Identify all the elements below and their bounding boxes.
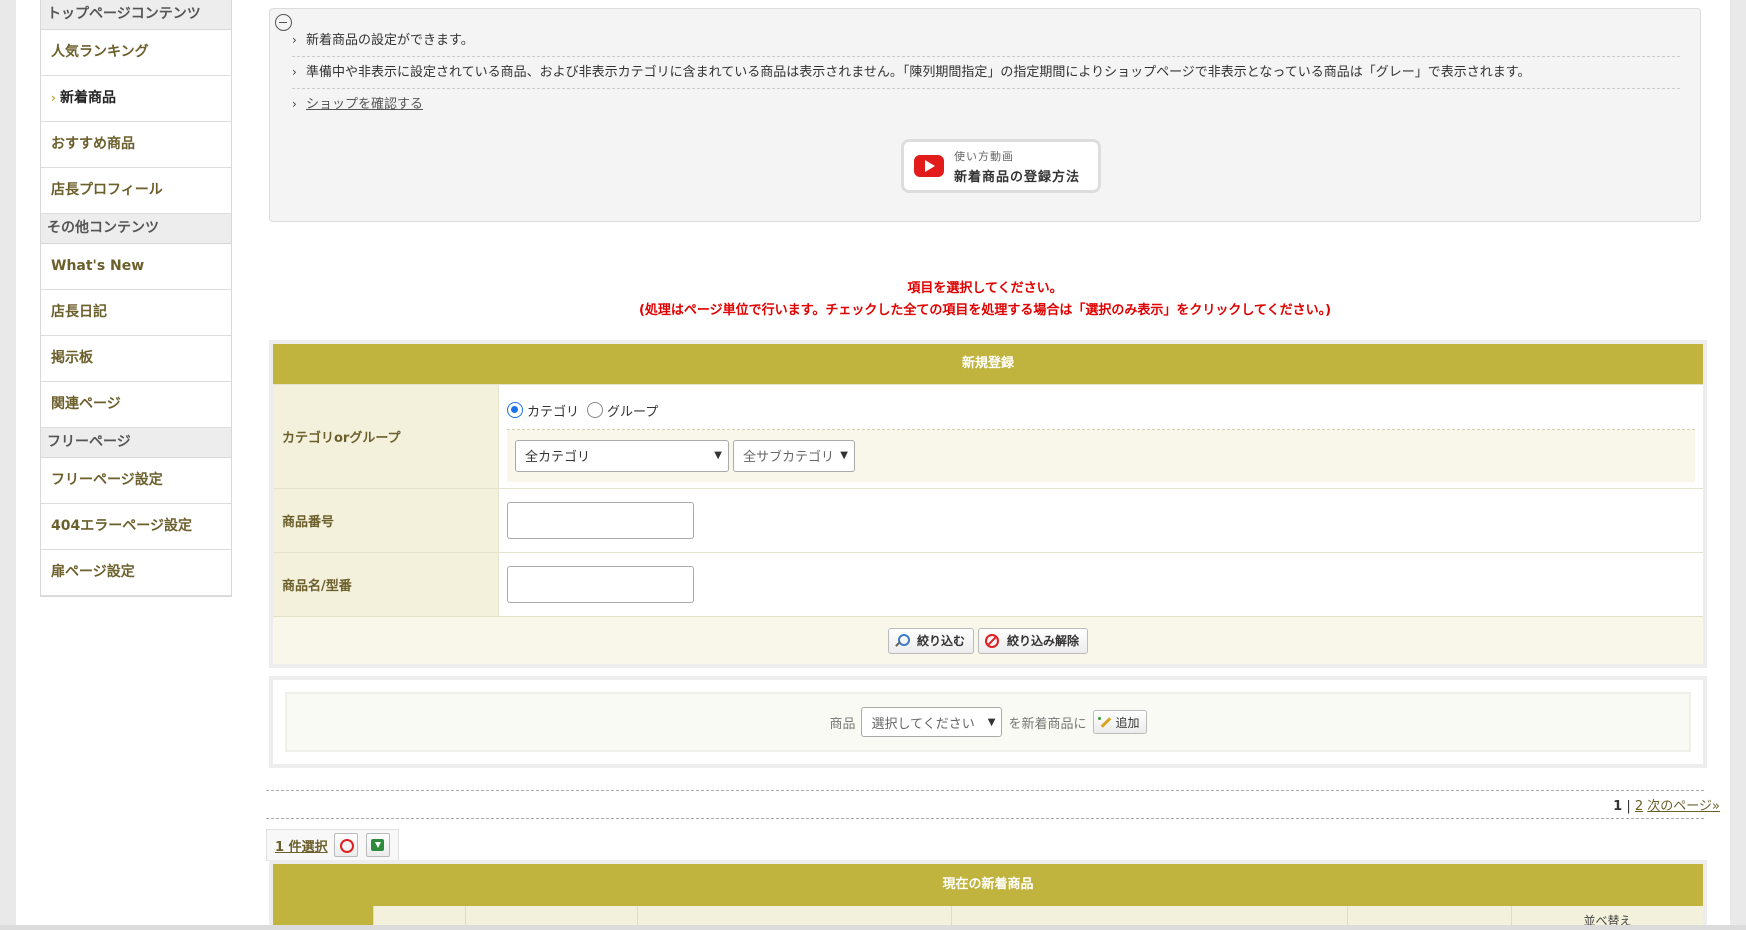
sidebar-item-manager-profile[interactable]: 店長プロフィール bbox=[41, 168, 231, 214]
sidebar-item-label: 人気ランキング bbox=[51, 44, 149, 60]
chevron-down-icon: ▼ bbox=[987, 716, 996, 728]
chevron-down-icon: ▼ bbox=[714, 450, 722, 461]
youtube-play-icon bbox=[914, 155, 944, 177]
sidebar-item-door-page[interactable]: 扉ページ設定 bbox=[41, 550, 231, 596]
sidebar-item-404[interactable]: 404エラーページ設定 bbox=[41, 504, 231, 550]
selection-bar: 1 件選択 bbox=[266, 829, 399, 861]
product-number-label: 商品番号 bbox=[273, 489, 499, 552]
product-name-row: 商品名/型番 bbox=[273, 552, 1703, 616]
sidebar-item-recommended[interactable]: おすすめ商品 bbox=[41, 122, 231, 168]
add-suffix: を新着商品に bbox=[1008, 716, 1087, 732]
current-new-products-table: 現在の新着商品 並べ替え bbox=[269, 860, 1707, 925]
sidebar: トップページコンテンツ 人気ランキング › 新着商品 おすすめ商品 店長プロフィー… bbox=[40, 0, 232, 597]
cancel-icon bbox=[985, 633, 999, 648]
sidebar-item-label: What's New bbox=[51, 258, 145, 274]
product-number-input[interactable] bbox=[507, 502, 694, 539]
column-header[interactable] bbox=[273, 906, 374, 925]
info-box: › 新着商品の設定ができます。 › 準備中や非表示に設定されている商品、および非表示… bbox=[269, 8, 1701, 222]
sidebar-heading-top: トップページコンテンツ bbox=[41, 0, 231, 30]
sidebar-item-label: 掲示板 bbox=[51, 350, 93, 366]
clear-filter-button[interactable]: 絞り込み解除 bbox=[978, 627, 1089, 654]
selection-alert: 項目を選択してください。 (処理はページ単位で行います。チェックした全ての項目を… bbox=[638, 281, 1332, 318]
info-line: › 準備中や非表示に設定されている商品、および非表示カテゴリに含まれている商品は表… bbox=[292, 57, 1680, 89]
page-current: 1 bbox=[1613, 799, 1623, 814]
add-prefix: 商品 bbox=[829, 716, 856, 732]
next-page-link[interactable]: 次のページ» bbox=[1647, 799, 1720, 814]
shop-check-link[interactable]: ショップを確認する bbox=[306, 97, 423, 112]
sidebar-item-label: 店長プロフィール bbox=[51, 182, 163, 198]
edit-add-icon bbox=[1097, 715, 1112, 729]
product-name-input[interactable] bbox=[507, 566, 694, 603]
main-page: トップページコンテンツ 人気ランキング › 新着商品 おすすめ商品 店長プロフィー… bbox=[16, 0, 1730, 925]
subcategory-select[interactable]: 全サブカテゴリ ▼ bbox=[733, 439, 855, 472]
divider bbox=[266, 790, 1704, 791]
sidebar-item-label: 新着商品 bbox=[59, 90, 116, 106]
chevron-right-icon: › bbox=[51, 91, 56, 105]
sidebar-heading-free: フリーページ bbox=[41, 428, 231, 458]
radio-group: カテゴリ グループ bbox=[507, 392, 1695, 430]
category-label: カテゴリorグループ bbox=[273, 385, 499, 488]
registration-title: 新規登録 bbox=[273, 344, 1703, 384]
chevron-down-icon: ▼ bbox=[840, 450, 848, 461]
column-header bbox=[638, 906, 952, 925]
column-header bbox=[1348, 906, 1512, 925]
sidebar-item-label: 関連ページ bbox=[51, 396, 121, 412]
chevron-right-icon: › bbox=[292, 65, 297, 79]
registration-form: 新規登録 カテゴリorグループ カテゴリ グループ 全カテゴリ ▼ 全サブカテゴリ… bbox=[269, 340, 1707, 668]
column-header bbox=[374, 906, 466, 925]
current-table-title: 現在の新着商品 bbox=[273, 864, 1703, 906]
add-product-panel: 商品 選択してください ▼ を新着商品に 追加 bbox=[269, 676, 1707, 768]
sidebar-item-diary[interactable]: 店長日記 bbox=[41, 290, 231, 336]
chevron-right-icon: › bbox=[292, 33, 297, 47]
sidebar-item-label: 404エラーページ設定 bbox=[51, 518, 192, 534]
sidebar-item-board[interactable]: 掲示板 bbox=[41, 336, 231, 382]
filter-button-bar: 絞り込む 絞り込み解除 bbox=[273, 616, 1703, 664]
category-row: カテゴリorグループ カテゴリ グループ 全カテゴリ ▼ 全サブカテゴリ ▼ bbox=[273, 384, 1703, 488]
search-icon bbox=[895, 633, 910, 648]
bottom-bar bbox=[0, 925, 1746, 930]
table-header-row: 並べ替え bbox=[273, 906, 1703, 925]
filter-button[interactable]: 絞り込む bbox=[887, 627, 974, 654]
radio-group-option[interactable] bbox=[587, 402, 604, 418]
column-header bbox=[952, 906, 1348, 925]
sidebar-item-label: フリーページ設定 bbox=[51, 472, 163, 488]
info-list: › 新着商品の設定ができます。 › 準備中や非表示に設定されている商品、および非表示… bbox=[292, 25, 1680, 121]
product-name-label: 商品名/型番 bbox=[273, 553, 499, 616]
video-title: 新着商品の登録方法 bbox=[954, 170, 1081, 185]
selected-count-link[interactable]: 1 件選択 bbox=[267, 836, 334, 855]
download-button[interactable] bbox=[365, 833, 390, 857]
product-number-row: 商品番号 bbox=[273, 488, 1703, 552]
video-subtitle: 使い方動画 bbox=[954, 150, 1014, 163]
page-2-link[interactable]: 2 bbox=[1635, 799, 1643, 814]
sidebar-item-new-products[interactable]: › 新着商品 bbox=[41, 76, 231, 122]
collapse-icon[interactable] bbox=[275, 14, 292, 31]
radio-category[interactable] bbox=[507, 402, 523, 418]
sidebar-item-free-page[interactable]: フリーページ設定 bbox=[41, 458, 231, 504]
sidebar-item-related[interactable]: 関連ページ bbox=[41, 382, 231, 428]
delete-selected-button[interactable] bbox=[333, 833, 358, 857]
info-line: › 新着商品の設定ができます。 bbox=[292, 25, 1680, 57]
column-header-sort[interactable]: 並べ替え bbox=[1512, 906, 1703, 925]
sidebar-item-label: おすすめ商品 bbox=[51, 136, 135, 152]
sidebar-item-whats-new[interactable]: What's New bbox=[41, 244, 231, 290]
add-button[interactable]: 追加 bbox=[1092, 710, 1147, 734]
column-header bbox=[466, 906, 638, 925]
divider bbox=[266, 818, 1704, 819]
sidebar-item-label: 扉ページ設定 bbox=[51, 564, 135, 580]
pagination: 1 | 2 次のページ» bbox=[1613, 799, 1720, 814]
category-select[interactable]: 全カテゴリ ▼ bbox=[515, 439, 729, 472]
sidebar-item-ranking[interactable]: 人気ランキング bbox=[41, 30, 231, 76]
how-to-video-button[interactable]: 使い方動画 新着商品の登録方法 bbox=[901, 139, 1101, 193]
sidebar-heading-other: その他コンテンツ bbox=[41, 214, 231, 244]
chevron-right-icon: › bbox=[292, 97, 297, 111]
product-select[interactable]: 選択してください ▼ bbox=[861, 707, 1003, 737]
sidebar-item-label: 店長日記 bbox=[51, 304, 107, 320]
info-line: › ショップを確認する bbox=[292, 89, 1680, 121]
